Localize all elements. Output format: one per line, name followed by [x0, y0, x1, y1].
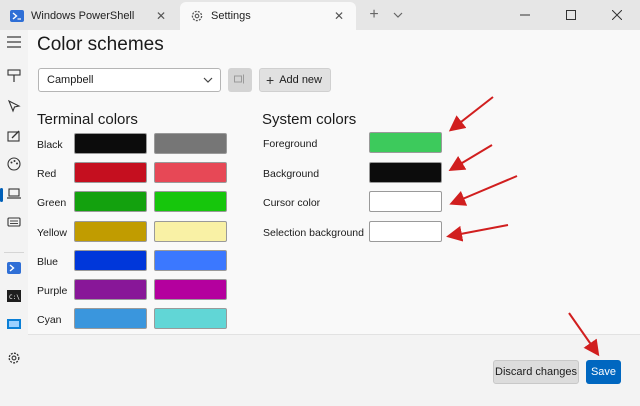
terminal-color-swatch-normal[interactable]	[74, 250, 147, 271]
system-color-swatch[interactable]	[369, 132, 442, 153]
terminal-color-swatch-normal[interactable]	[74, 133, 147, 154]
tab-settings[interactable]: Settings ✕	[180, 2, 356, 30]
active-indicator	[0, 188, 3, 202]
terminal-color-label: Cyan	[37, 314, 62, 326]
hamburger-menu-icon[interactable]	[4, 32, 24, 52]
system-color-swatch[interactable]	[369, 162, 442, 183]
gear-icon	[190, 9, 204, 23]
save-button[interactable]: Save	[586, 360, 621, 384]
close-icon[interactable]: ✕	[154, 9, 168, 23]
terminal-color-label: Yellow	[37, 227, 67, 239]
terminal-color-swatch-bright[interactable]	[154, 250, 227, 271]
window-close-icon[interactable]	[594, 0, 640, 30]
page-title: Color schemes	[37, 34, 164, 55]
system-color-swatch[interactable]	[369, 191, 442, 212]
terminal-color-label: Red	[37, 168, 57, 180]
appearance-icon[interactable]	[4, 126, 24, 146]
system-colors-title: System colors	[262, 111, 357, 128]
powershell-icon	[10, 9, 24, 23]
tab-label: Settings	[211, 10, 251, 22]
terminal-color-swatch-bright[interactable]	[154, 162, 227, 183]
maximize-icon[interactable]	[548, 0, 594, 30]
terminal-color-swatch-bright[interactable]	[154, 308, 227, 329]
close-icon[interactable]: ✕	[332, 9, 346, 23]
tab-label: Windows PowerShell	[31, 10, 135, 22]
system-color-label: Foreground	[263, 138, 318, 150]
terminal-color-swatch-normal[interactable]	[74, 191, 147, 212]
rename-scheme-button[interactable]	[228, 68, 252, 92]
terminal-color-swatch-bright[interactable]	[154, 279, 227, 300]
tab-windows-powershell[interactable]: Windows PowerShell ✕	[0, 2, 178, 30]
color-scheme-dropdown[interactable]: Campbell	[38, 68, 221, 92]
system-color-label: Cursor color	[263, 197, 321, 209]
system-color-label: Selection background	[263, 227, 364, 239]
bottom-action-bar: Discard changes Save	[28, 334, 640, 406]
svg-text:C:\: C:\	[9, 294, 20, 301]
system-color-label: Background	[263, 168, 320, 180]
discard-changes-button[interactable]: Discard changes	[493, 360, 579, 384]
navigation-rail: C:\	[0, 30, 28, 406]
plus-icon: +	[266, 72, 275, 88]
system-color-swatch[interactable]	[369, 221, 442, 242]
title-bar: Windows PowerShell ✕ Settings ✕ +	[0, 0, 640, 30]
azure-cloud-shell-profile-icon[interactable]	[4, 314, 24, 334]
chevron-down-icon	[202, 74, 214, 86]
settings-gear-icon[interactable]	[4, 348, 24, 368]
color-scheme-dropdown-value: Campbell	[47, 74, 94, 86]
terminal-color-swatch-normal[interactable]	[74, 279, 147, 300]
startup-icon[interactable]	[4, 66, 24, 86]
rail-divider	[4, 252, 24, 253]
interaction-icon[interactable]	[4, 96, 24, 116]
color-schemes-icon[interactable]	[4, 154, 24, 174]
rendering-icon[interactable]	[4, 184, 24, 204]
add-new-button[interactable]: + Add new	[259, 68, 331, 92]
terminal-colors-title: Terminal colors	[37, 111, 138, 128]
terminal-color-label: Purple	[37, 285, 68, 297]
terminal-color-swatch-bright[interactable]	[154, 221, 227, 242]
terminal-color-swatch-normal[interactable]	[74, 162, 147, 183]
command-prompt-profile-icon[interactable]: C:\	[4, 286, 24, 306]
terminal-color-label: Green	[37, 197, 67, 209]
terminal-color-label: Blue	[37, 256, 59, 268]
terminal-color-swatch-bright[interactable]	[154, 133, 227, 154]
minimize-icon[interactable]	[502, 0, 548, 30]
terminal-color-label: Black	[37, 139, 63, 151]
actions-icon[interactable]	[4, 212, 24, 232]
powershell-profile-icon[interactable]	[4, 258, 24, 278]
terminal-color-swatch-normal[interactable]	[74, 221, 147, 242]
chevron-down-icon[interactable]	[391, 8, 405, 22]
terminal-color-swatch-normal[interactable]	[74, 308, 147, 329]
terminal-color-swatch-bright[interactable]	[154, 191, 227, 212]
add-new-label: Add new	[279, 74, 322, 86]
rename-icon	[234, 71, 246, 89]
new-tab-plus-icon[interactable]: +	[366, 6, 382, 24]
